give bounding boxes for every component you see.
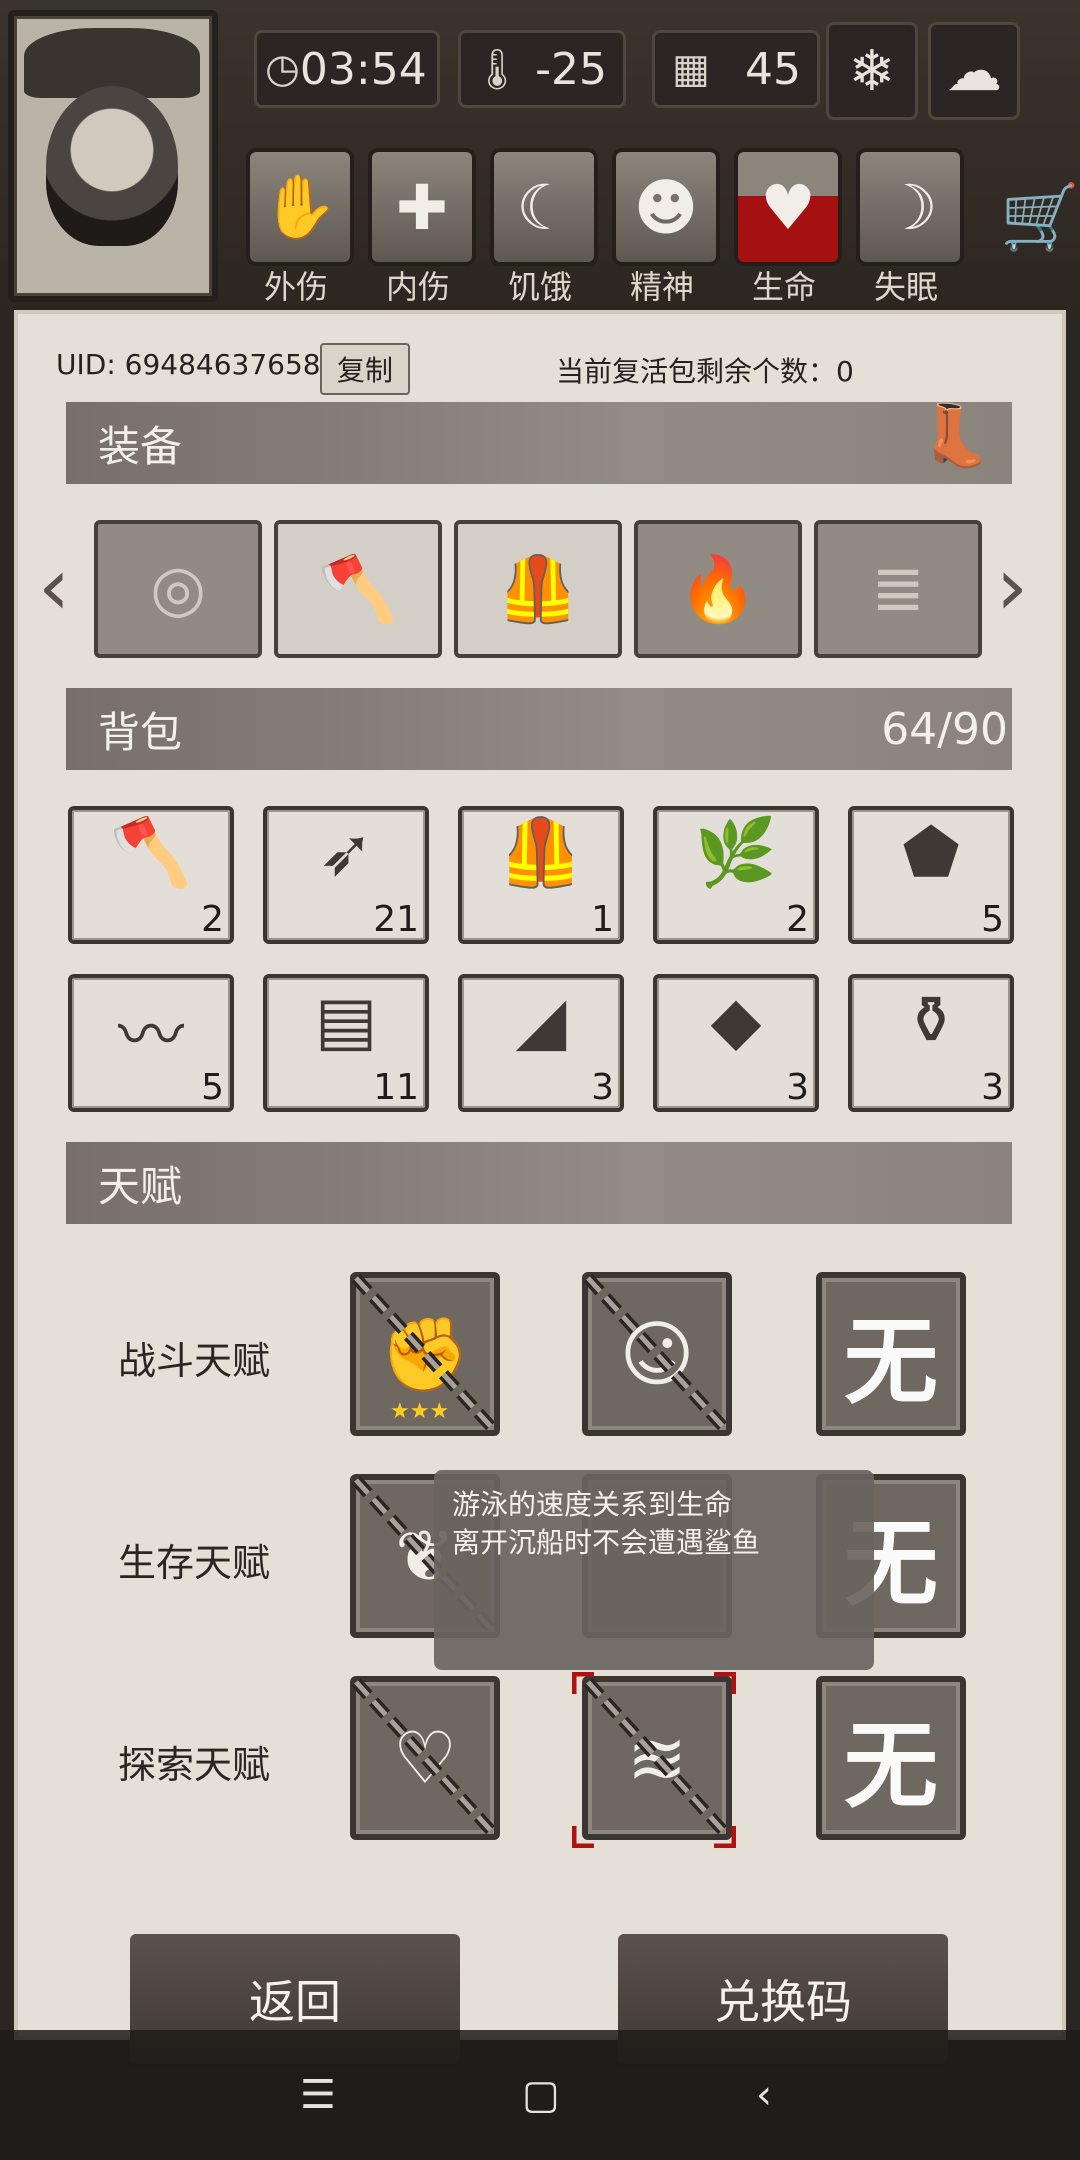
bag-item[interactable]: 🌿 2: [653, 806, 819, 944]
item-count: 1: [591, 899, 614, 940]
bag-item[interactable]: ⬟ 5: [848, 806, 1014, 944]
bag-item[interactable]: 🦺 1: [458, 806, 624, 944]
chain-lock-icon: [583, 1273, 731, 1435]
item-count: 11: [373, 1067, 419, 1108]
bag-item[interactable]: ◢ 3: [458, 974, 624, 1112]
tooltip-line-1: 游泳的速度关系到生命: [452, 1488, 733, 1521]
clock-icon: ◷: [265, 46, 300, 92]
armor-icon: 🦺: [498, 552, 578, 627]
talent-row-label-combat: 战斗天赋: [118, 1339, 271, 1383]
face-shape: [46, 86, 178, 246]
temperature-display: 🌡 -25: [458, 30, 626, 108]
home-icon[interactable]: ▢: [522, 2072, 560, 2118]
herb-branch-icon: 🌿: [694, 814, 778, 891]
ore-icon: ◆: [710, 982, 762, 1059]
target-icon: ◎: [150, 552, 206, 626]
status-label-hunger: 饥饿: [507, 268, 572, 306]
copy-uid-button[interactable]: 复制: [320, 343, 410, 395]
equip-prev-arrow-icon[interactable]: ‹: [38, 540, 70, 633]
status-label-trauma: 外伤: [263, 268, 328, 306]
day-display: ▦ 45: [652, 30, 820, 108]
stone-icon: ◢: [515, 982, 567, 1059]
talent-slot[interactable]: ♡: [350, 1676, 500, 1840]
character-portrait[interactable]: [8, 10, 218, 302]
stomach-icon[interactable]: ☾: [490, 148, 598, 266]
item-count: 5: [201, 1067, 224, 1108]
wood-planks-icon: ▤: [314, 982, 378, 1059]
shop-cart-icon[interactable]: 🛒: [1000, 180, 1080, 255]
equip-next-arrow-icon[interactable]: ›: [996, 540, 1028, 633]
revive-pack-count: 当前复活包剩余个数：0: [556, 355, 854, 388]
talent-row-label-exploration: 探索天赋: [118, 1743, 271, 1787]
item-count: 3: [981, 1067, 1004, 1108]
equip-slot-target[interactable]: ◎: [94, 520, 262, 658]
bottle-icon: ⚱: [903, 982, 959, 1059]
stone-axe-icon: 🪓: [318, 552, 398, 627]
tooltip-line-2: 离开沉船时不会遭遇鲨鱼: [452, 1526, 761, 1559]
equipment-title: 装备: [98, 421, 183, 471]
calendar-icon: ▦: [672, 46, 710, 92]
rock-icon: ⬟: [902, 814, 960, 891]
boot-icon[interactable]: 👢: [918, 400, 993, 471]
snow-cloud-icon[interactable]: ☁: [928, 22, 1020, 120]
equip-slot-torch[interactable]: 🔥: [634, 520, 802, 658]
item-count: 21: [373, 899, 419, 940]
equip-slot-axe[interactable]: 🪓: [274, 520, 442, 658]
bag-item[interactable]: 🪓 2: [68, 806, 234, 944]
equip-slot-armor[interactable]: 🦺: [454, 520, 622, 658]
arrows-icon: ➶: [318, 814, 374, 891]
bag-item[interactable]: ⚱ 3: [848, 974, 1014, 1112]
temperature-value: -25: [535, 43, 607, 95]
time-value: 03:54: [299, 43, 427, 95]
equip-slot-logs[interactable]: ≣: [814, 520, 982, 658]
talent-stars: ★★★: [390, 1399, 450, 1424]
bag-item[interactable]: ➶ 21: [263, 806, 429, 944]
selection-frame: [572, 1672, 736, 1848]
time-display: ◷ 03:54: [254, 30, 440, 108]
armor-icon: 🦺: [499, 814, 583, 891]
status-label-life: 生命: [751, 268, 816, 306]
item-count: 2: [201, 899, 224, 940]
heart-icon[interactable]: ♥: [734, 148, 842, 266]
thermometer-icon: 🌡: [471, 46, 523, 93]
status-label-internal: 内伤: [385, 268, 450, 306]
head-icon[interactable]: ☻: [612, 148, 720, 266]
talent-tooltip: 游泳的速度关系到生命 离开沉船时不会遭遇鲨鱼: [434, 1470, 874, 1670]
backpack-capacity: 64/90: [881, 703, 1008, 755]
talent-slot[interactable]: ☺: [582, 1272, 732, 1436]
bag-item[interactable]: 〰 5: [68, 974, 234, 1112]
backpack-title: 背包: [98, 707, 183, 757]
bag-item[interactable]: ▤ 11: [263, 974, 429, 1112]
cross-icon[interactable]: ✚: [368, 148, 476, 266]
talent-slot-empty[interactable]: 无: [816, 1676, 966, 1840]
item-count: 5: [981, 899, 1004, 940]
log-bundle-icon: ≣: [871, 552, 925, 626]
item-count: 3: [786, 1067, 809, 1108]
backpack-section-header: 背包 64/90: [66, 688, 1012, 770]
talent-row-label-survival: 生存天赋: [118, 1541, 271, 1585]
status-label-insomnia: 失眠: [873, 268, 938, 306]
torch-icon: 🔥: [678, 552, 758, 627]
day-value: 45: [745, 43, 801, 95]
item-count: 3: [591, 1067, 614, 1108]
status-label-spirit: 精神: [629, 268, 694, 306]
vine-icon: 〰: [118, 997, 184, 1074]
chain-lock-icon: [351, 1677, 499, 1839]
bag-item[interactable]: ◆ 3: [653, 974, 819, 1112]
stone-axe-icon: 🪓: [109, 814, 193, 891]
talent-slot-empty[interactable]: 无: [816, 1272, 966, 1436]
back-nav-icon[interactable]: ‹: [756, 2072, 772, 2118]
uid-text: UID: 694846376583: [56, 348, 339, 381]
talent-section-header: 天赋: [66, 1142, 1012, 1224]
menu-icon[interactable]: ☰: [300, 2072, 336, 2118]
snowflake-icon[interactable]: ❄: [826, 22, 918, 120]
equipment-section-header: 装备: [66, 402, 1012, 484]
talent-title: 天赋: [98, 1161, 183, 1211]
hand-icon[interactable]: ✋: [246, 148, 354, 266]
talent-slot[interactable]: ✊ ★★★: [350, 1272, 500, 1436]
item-count: 2: [786, 899, 809, 940]
moon-icon[interactable]: ☽: [856, 148, 964, 266]
